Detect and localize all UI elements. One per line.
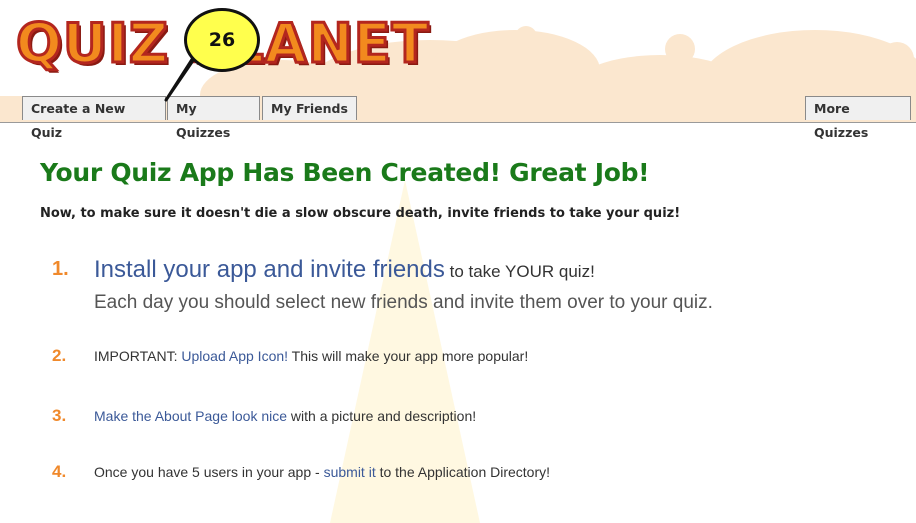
- tab-my-friends[interactable]: My Friends: [262, 96, 357, 120]
- banner-bubble: [515, 26, 537, 48]
- main-content: Your Quiz App Has Been Created! Great Jo…: [40, 158, 900, 187]
- step-line: Once you have 5 users in your app - subm…: [94, 464, 550, 480]
- step-number: 1.: [52, 258, 69, 280]
- tab-more-quizzes[interactable]: More Quizzes: [805, 96, 911, 140]
- step-prefix: IMPORTANT:: [94, 348, 182, 364]
- step-prefix: Once you have 5 users in your app -: [94, 464, 324, 480]
- step-line: IMPORTANT: Upload App Icon! This will ma…: [94, 348, 528, 364]
- step-line: Install your app and invite friends to t…: [94, 256, 595, 284]
- page-title: Your Quiz App Has Been Created! Great Jo…: [40, 158, 650, 187]
- step-text: with a picture and description!: [287, 408, 477, 424]
- upload-app-icon-link[interactable]: Upload App Icon!: [181, 348, 288, 364]
- nav-bar: Create a New Quiz My Quizzes My Friends …: [0, 96, 916, 140]
- step-number: 3.: [52, 406, 67, 425]
- step-number: 4.: [52, 462, 67, 481]
- step-line: Make the About Page look nice with a pic…: [94, 408, 476, 424]
- about-page-link[interactable]: Make the About Page look nice: [94, 408, 287, 424]
- tab-create-new-quiz[interactable]: Create a New Quiz: [22, 96, 166, 140]
- step-number: 2.: [52, 346, 67, 365]
- install-invite-link[interactable]: Install your app and invite friends: [94, 256, 445, 283]
- step-detail: Each day you should select new friends a…: [94, 292, 713, 313]
- banner-bubble: [665, 34, 695, 64]
- step-text: to the Application Directory!: [375, 464, 551, 480]
- step-text: to take YOUR quiz!: [444, 262, 595, 281]
- submit-it-link[interactable]: submit it: [324, 464, 376, 480]
- banner-bubble: [880, 42, 914, 76]
- step-callout-badge: 26: [184, 8, 260, 72]
- page-subtitle: Now, to make sure it doesn't die a slow …: [40, 206, 681, 221]
- step-text: This will make your app more popular!: [288, 348, 529, 364]
